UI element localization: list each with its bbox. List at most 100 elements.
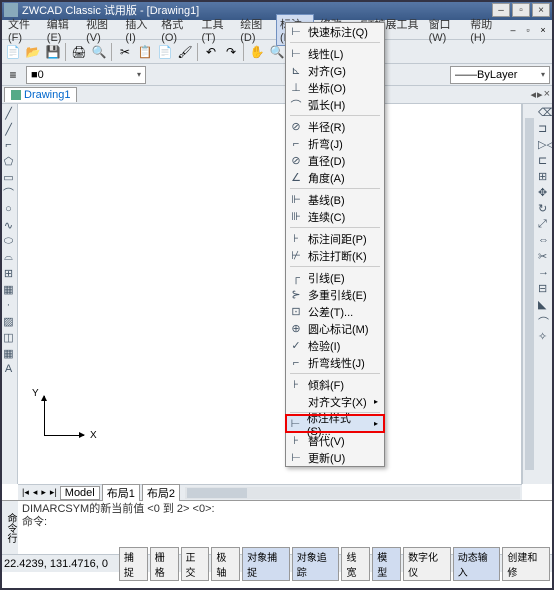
menu-item-28[interactable]: ⊢标注样式(S)...▸	[286, 415, 384, 432]
menu-item-15[interactable]: ⊦标注间距(P)	[286, 230, 384, 247]
close-button[interactable]: ×	[532, 3, 550, 17]
polygon-icon[interactable]: ⬠	[2, 154, 16, 168]
menu-item-10[interactable]: ∠角度(A)	[286, 169, 384, 186]
status-tablet[interactable]: 数字化仪	[403, 547, 451, 581]
paste-icon[interactable]: 📄	[156, 43, 174, 61]
offset-icon[interactable]: ⊏	[538, 154, 552, 168]
layout-nav-last[interactable]: ▸|	[48, 487, 59, 498]
menu-item-21[interactable]: ⊕圆心标记(M)	[286, 320, 384, 337]
line-icon[interactable]: ╱	[2, 106, 16, 120]
pline-icon[interactable]: ⌐	[2, 138, 16, 152]
mdi-restore[interactable]: ▫	[521, 24, 535, 36]
vertical-scrollbar[interactable]	[522, 104, 536, 484]
status-snap[interactable]: 捕捉	[119, 547, 148, 581]
hatch-icon[interactable]: ▨	[2, 314, 16, 328]
linetype-selector[interactable]: —— ByLayer ▾	[450, 66, 550, 84]
menu-item-0[interactable]: ⊢快速标注(Q)	[286, 23, 384, 40]
menu-item-13[interactable]: ⊪连续(C)	[286, 208, 384, 225]
drawing-canvas[interactable]: Y X	[18, 104, 522, 484]
block-icon[interactable]: ▦	[2, 282, 16, 296]
menu-item-25[interactable]: ⊦倾斜(F)	[286, 376, 384, 393]
mdi-close[interactable]: ×	[536, 24, 550, 36]
status-lwt[interactable]: 线宽	[341, 547, 370, 581]
menu-item-8[interactable]: ⌐折弯(J)	[286, 135, 384, 152]
menu-item-2[interactable]: ⊢线性(L)	[286, 45, 384, 62]
menu-draw[interactable]: 绘图(D)	[236, 14, 274, 46]
status-otrack[interactable]: 对象追踪	[292, 547, 340, 581]
menu-item-30[interactable]: ⊢更新(U)	[286, 449, 384, 466]
menu-item-26[interactable]: 对齐文字(X)▸	[286, 393, 384, 410]
layer-selector[interactable]: ■ 0 ▾	[26, 66, 146, 84]
menu-insert[interactable]: 插入(I)	[121, 14, 155, 46]
array-icon[interactable]: ⊞	[538, 170, 552, 184]
mirror-icon[interactable]: ▷◁	[538, 138, 552, 152]
menu-item-9[interactable]: ⊘直径(D)	[286, 152, 384, 169]
extend-icon[interactable]: →	[538, 266, 552, 280]
rotate-icon[interactable]: ↻	[538, 202, 552, 216]
erase-icon[interactable]: ⌫	[538, 106, 552, 120]
horizontal-scrollbar[interactable]	[185, 487, 520, 499]
menu-view[interactable]: 视图(V)	[82, 14, 119, 46]
open-icon[interactable]: 📂	[24, 43, 42, 61]
fillet-icon[interactable]: ⌒	[538, 314, 552, 328]
ellipse-icon[interactable]: ⬭	[2, 234, 16, 248]
menu-window[interactable]: 窗口(W)	[425, 14, 465, 46]
layout-nav-first[interactable]: |◂	[20, 487, 31, 498]
region-icon[interactable]: ◫	[2, 330, 16, 344]
trim-icon[interactable]: ✂	[538, 250, 552, 264]
menu-item-4[interactable]: ⊥坐标(O)	[286, 79, 384, 96]
tab-nav-right[interactable]: ▸	[537, 88, 543, 101]
maximize-button[interactable]: ▫	[512, 3, 530, 17]
menu-tools[interactable]: 工具(T)	[197, 14, 234, 46]
table-icon[interactable]: ▦	[2, 346, 16, 360]
menu-item-23[interactable]: ⌐折弯线性(J)	[286, 354, 384, 371]
explode-icon[interactable]: ✧	[538, 330, 552, 344]
cut-icon[interactable]: ✂	[116, 43, 134, 61]
menu-item-3[interactable]: ⊾对齐(G)	[286, 62, 384, 79]
menu-item-16[interactable]: ⊬标注打断(K)	[286, 247, 384, 264]
save-icon[interactable]: 💾	[44, 43, 62, 61]
redo-icon[interactable]: ↷	[222, 43, 240, 61]
layout-nav-next[interactable]: ▸	[39, 487, 48, 498]
menu-item-5[interactable]: ⌒弧长(H)	[286, 96, 384, 113]
menu-item-18[interactable]: ┌引线(E)	[286, 269, 384, 286]
menu-edit[interactable]: 编辑(E)	[43, 14, 80, 46]
layout-nav-prev[interactable]: ◂	[31, 487, 40, 498]
print-icon[interactable]: 🖨	[70, 43, 88, 61]
tab-nav-left[interactable]: ◂	[531, 88, 537, 101]
menu-item-12[interactable]: ⊩基线(B)	[286, 191, 384, 208]
status-grid[interactable]: 栅格	[150, 547, 179, 581]
text-icon[interactable]: A	[2, 362, 16, 376]
doc-tab-drawing1[interactable]: Drawing1	[4, 87, 77, 102]
menu-file[interactable]: 文件(F)	[4, 14, 41, 46]
point-icon[interactable]: ·	[2, 298, 16, 312]
stretch-icon[interactable]: ⇔	[538, 234, 552, 248]
spline-icon[interactable]: ∿	[2, 218, 16, 232]
rect-icon[interactable]: ▭	[2, 170, 16, 184]
pan-icon[interactable]: ✋	[248, 43, 266, 61]
layout-tab-1[interactable]: 布局1	[102, 484, 140, 502]
insert-icon[interactable]: ⊞	[2, 266, 16, 280]
copy-obj-icon[interactable]: ⊐	[538, 122, 552, 136]
status-last[interactable]: 创建和修	[502, 547, 550, 581]
menu-help[interactable]: 帮助(H)	[466, 14, 504, 46]
undo-icon[interactable]: ↶	[202, 43, 220, 61]
menu-format[interactable]: 格式(O)	[157, 14, 195, 46]
new-icon[interactable]: 📄	[4, 43, 22, 61]
move-icon[interactable]: ✥	[538, 186, 552, 200]
menu-item-20[interactable]: ⊡公差(T)...	[286, 303, 384, 320]
scale-icon[interactable]: ⤢	[538, 218, 552, 232]
copy-icon[interactable]: 📋	[136, 43, 154, 61]
zoom-icon[interactable]: 🔍	[268, 43, 286, 61]
tab-close[interactable]: ×	[544, 88, 550, 101]
mdi-minimize[interactable]: –	[506, 24, 520, 36]
break-icon[interactable]: ⊟	[538, 282, 552, 296]
menu-item-19[interactable]: ⊱多重引线(E)	[286, 286, 384, 303]
menu-item-22[interactable]: ✓检验(I)	[286, 337, 384, 354]
xline-icon[interactable]: ╱	[2, 122, 16, 136]
status-dyn[interactable]: 动态输入	[453, 547, 501, 581]
arc-icon[interactable]: ⌒	[2, 186, 16, 200]
preview-icon[interactable]: 🔍	[90, 43, 108, 61]
circle-icon[interactable]: ○	[2, 202, 16, 216]
chamfer-icon[interactable]: ◣	[538, 298, 552, 312]
